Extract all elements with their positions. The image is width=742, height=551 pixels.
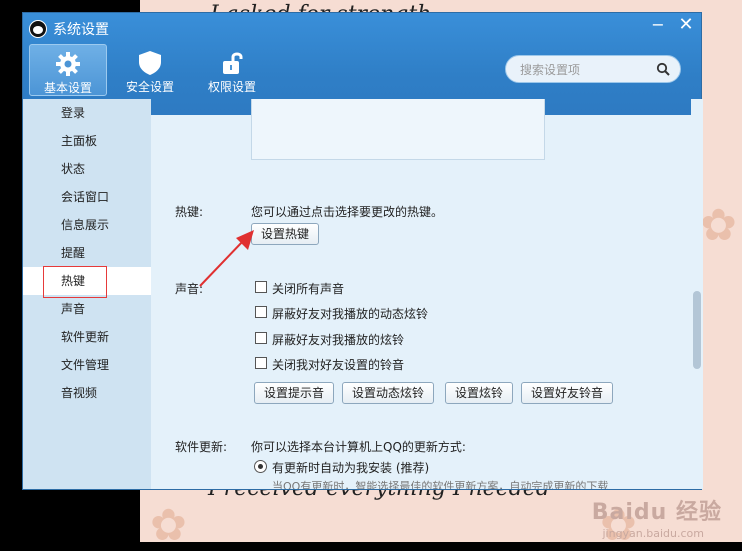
settings-sidebar: 登录 主面板 状态 会话窗口 信息展示 提醒 热键 声音 软件更新 文件管理 音… <box>23 99 151 489</box>
disable-friend-ringtone-checkbox[interactable] <box>255 357 267 369</box>
search-input[interactable] <box>518 60 650 80</box>
vertical-scrollbar[interactable] <box>691 99 703 489</box>
baidu-watermark: Baidu 经验 <box>591 500 722 525</box>
sidebar-item-label: 会话窗口 <box>61 190 110 204</box>
qq-penguin-icon <box>29 20 47 38</box>
scrollbar-thumb[interactable] <box>693 291 701 369</box>
minimize-button[interactable]: − <box>647 15 669 35</box>
disable-friend-ringtone-label: 关闭我对好友设置的铃音 <box>272 358 405 372</box>
sidebar-item-label: 登录 <box>61 106 86 120</box>
close-button[interactable]: ✕ <box>675 15 697 35</box>
window-title: 系统设置 <box>53 21 109 37</box>
block-dynamic-ringtone-label: 屏蔽好友对我播放的动态炫铃 <box>272 307 429 321</box>
sidebar-item-label: 热键 <box>61 274 86 288</box>
sidebar-item-audio-video[interactable]: 音视频 <box>23 379 151 407</box>
sidebar-item-chat-window[interactable]: 会话窗口 <box>23 183 151 211</box>
block-ringtone-checkbox[interactable] <box>255 332 267 344</box>
sidebar-item-info-display[interactable]: 信息展示 <box>23 211 151 239</box>
update-description: 你可以选择本台计算机上QQ的更新方式: <box>251 440 466 454</box>
set-dynamic-ringtone-button[interactable]: 设置动态炫铃 <box>342 382 435 404</box>
sidebar-item-login[interactable]: 登录 <box>23 99 151 127</box>
flower-decoration: ✿ <box>150 500 187 551</box>
settings-content: 热键: 您可以通过点击选择要更改的热键。 设置热键 声音: 关闭所有声音 屏蔽好… <box>151 99 691 489</box>
tab-basic-settings-label: 基本设置 <box>43 81 92 95</box>
sidebar-item-label: 声音 <box>61 302 86 316</box>
set-notification-sound-button[interactable]: 设置提示音 <box>254 382 335 404</box>
gear-icon <box>56 52 80 76</box>
block-ringtone-label: 屏蔽好友对我播放的炫铃 <box>272 333 405 347</box>
search-box[interactable] <box>505 55 681 83</box>
sidebar-item-label: 音视频 <box>61 386 98 400</box>
mute-all-label: 关闭所有声音 <box>272 282 345 296</box>
tab-basic-settings[interactable]: 基本设置 <box>29 44 107 96</box>
update-section-label: 软件更新: <box>175 440 228 454</box>
sidebar-item-software-update[interactable]: 软件更新 <box>23 323 151 351</box>
sidebar-item-label: 主面板 <box>61 134 98 148</box>
sidebar-item-label: 软件更新 <box>61 330 110 344</box>
settings-window: 系统设置 − ✕ 基本设置 安全设置 权限设置 搜索设置项 登录 主面板 状态 … <box>22 12 703 490</box>
tab-permission-settings-label: 权限设置 <box>207 80 256 94</box>
baidu-watermark-url: jingyan.baidu.com <box>602 527 704 540</box>
block-dynamic-ringtone-checkbox[interactable] <box>255 306 267 318</box>
sidebar-item-label: 提醒 <box>61 246 86 260</box>
sidebar-item-status[interactable]: 状态 <box>23 155 151 183</box>
annotation-arrow <box>199 230 254 287</box>
sidebar-item-reminder[interactable]: 提醒 <box>23 239 151 267</box>
sidebar-item-hotkey[interactable]: 热键 <box>23 266 151 298</box>
sidebar-item-sound[interactable]: 声音 <box>23 295 151 323</box>
tab-permission-settings[interactable]: 权限设置 <box>193 44 271 96</box>
set-ringtone-button[interactable]: 设置炫铃 <box>445 382 514 404</box>
sidebar-item-label: 文件管理 <box>61 358 110 372</box>
unlock-icon <box>223 52 243 74</box>
shield-icon <box>139 51 161 75</box>
search-icon[interactable] <box>656 62 670 76</box>
tab-security-settings[interactable]: 安全设置 <box>111 44 189 96</box>
auto-install-radio[interactable] <box>254 460 267 473</box>
flower-decoration: ✿ <box>700 200 737 251</box>
preview-panel <box>251 99 545 160</box>
hotkey-section-label: 热键: <box>175 205 204 219</box>
tab-security-settings-label: 安全设置 <box>125 80 174 94</box>
sidebar-item-main-panel[interactable]: 主面板 <box>23 127 151 155</box>
auto-install-hint: 当QQ有更新时，智能选择最佳的软件更新方案，自动完成更新的下载 <box>272 480 609 489</box>
set-hotkey-button[interactable]: 设置热键 <box>251 223 320 245</box>
sidebar-item-label: 信息展示 <box>61 218 110 232</box>
set-friend-ringtone-button[interactable]: 设置好友铃音 <box>521 382 614 404</box>
hotkey-description: 您可以通过点击选择要更改的热键。 <box>251 205 444 219</box>
sidebar-item-file-management[interactable]: 文件管理 <box>23 351 151 379</box>
sidebar-item-label: 状态 <box>61 162 86 176</box>
auto-install-label: 有更新时自动为我安装 (推荐) <box>272 461 430 475</box>
